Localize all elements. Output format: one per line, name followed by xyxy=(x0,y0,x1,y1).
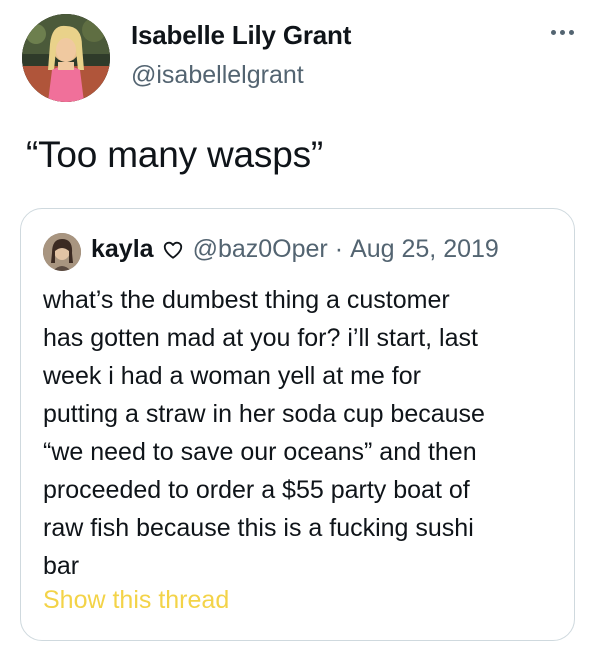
quoted-author-handle[interactable]: @baz0Oper xyxy=(193,235,328,264)
tweet-card: Isabelle Lily Grant @isabellelgrant “Too… xyxy=(0,0,599,663)
quoted-profile-photo-icon xyxy=(43,233,81,271)
show-thread-link[interactable]: Show this thread xyxy=(43,586,229,615)
heart-outline-icon xyxy=(163,241,182,259)
body-line: what’s the dumbest thing a customer xyxy=(43,286,450,314)
author-name[interactable]: Isabelle Lily Grant xyxy=(131,20,351,51)
body-line: week i had a woman yell at me for xyxy=(43,362,421,390)
body-line: raw fish because this is a fucking sushi xyxy=(43,514,474,542)
dot xyxy=(559,29,565,35)
separator-dot: · xyxy=(334,235,344,263)
body-line: proceeded to order a $55 party boat of xyxy=(43,476,470,504)
profile-photo-icon xyxy=(22,14,110,102)
quoted-tweet-card[interactable]: kayla @baz0Oper · Aug 25, 2019 what’s th… xyxy=(20,208,575,641)
body-line: has gotten mad at you for? i’ll start, l… xyxy=(43,324,478,352)
body-line: bar xyxy=(43,552,80,580)
body-line: “we need to save our oceans” and then xyxy=(43,438,477,466)
dot xyxy=(568,29,574,35)
quoted-author-avatar[interactable] xyxy=(43,233,81,271)
quoted-tweet-body: what’s the dumbest thing a customer has … xyxy=(43,281,563,585)
body-line: putting a straw in her soda cup because xyxy=(43,400,485,428)
dot xyxy=(550,29,556,35)
author-handle[interactable]: @isabellelgrant xyxy=(131,61,304,90)
tweet-text: “Too many wasps” xyxy=(26,134,324,175)
author-avatar[interactable] xyxy=(22,14,110,102)
quoted-tweet-date[interactable]: Aug 25, 2019 xyxy=(350,235,499,264)
quoted-author-name[interactable]: kayla xyxy=(91,235,154,264)
quoted-tweet-header: kayla @baz0Oper · Aug 25, 2019 xyxy=(91,235,499,264)
more-options-icon[interactable] xyxy=(542,22,582,42)
